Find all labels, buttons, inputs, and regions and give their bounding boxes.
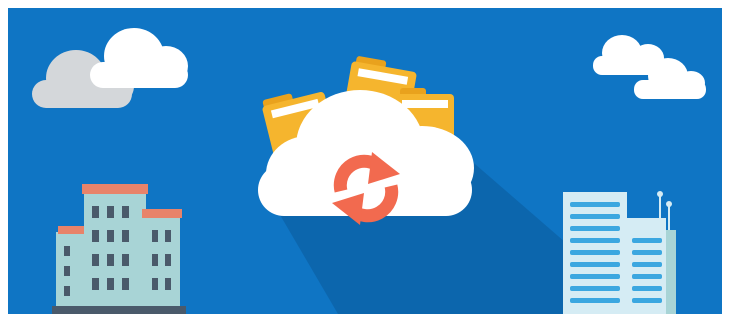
hero-illustration [8,8,722,314]
cloud-sync-scene [8,8,722,314]
skyscraper-icon [563,191,676,314]
illustration-frame [0,0,730,314]
